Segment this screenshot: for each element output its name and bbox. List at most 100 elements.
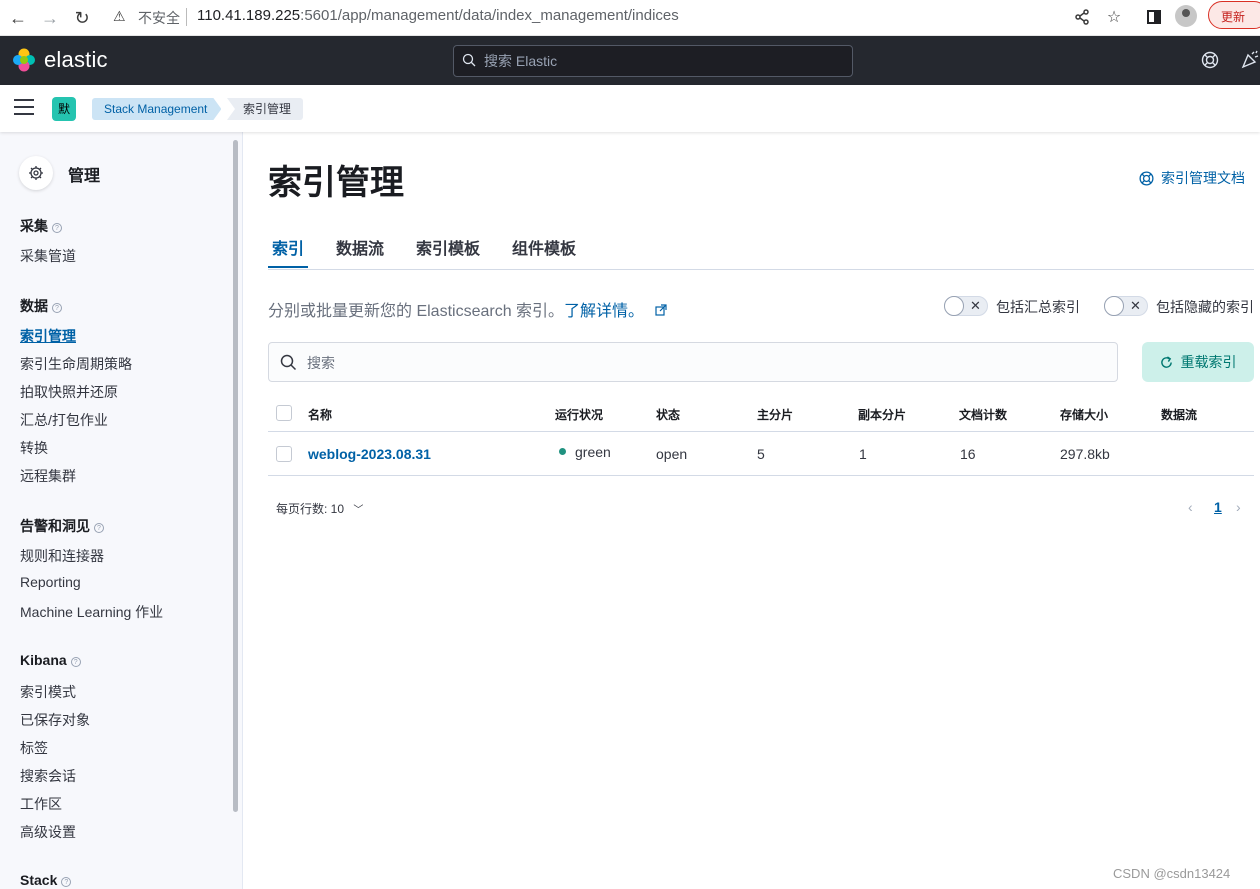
- column-header-doc-count[interactable]: 文档计数: [959, 406, 1007, 423]
- update-button[interactable]: 更新: [1208, 1, 1260, 29]
- tab-indices[interactable]: 索引: [272, 235, 304, 259]
- sidebar-group-ingest: 采集?: [20, 216, 62, 236]
- sidebar-item-rules-connectors[interactable]: 规则和连接器: [20, 546, 104, 566]
- sidebar-group-data: 数据?: [20, 296, 62, 316]
- sidebar-item-index-patterns[interactable]: 索引模式: [20, 682, 76, 702]
- url-host: 110.41.189.225: [197, 7, 301, 24]
- page-number[interactable]: 1: [1214, 499, 1222, 515]
- column-header-replicas[interactable]: 副本分片: [858, 406, 906, 423]
- column-header-status[interactable]: 状态: [656, 406, 680, 423]
- sidebar-item-ilm[interactable]: 索引生命周期策略: [20, 354, 132, 374]
- rows-per-page-selector[interactable]: 每页行数: 10 ﹀: [276, 500, 363, 517]
- global-search[interactable]: [453, 45, 853, 77]
- cross-icon: ✕: [1130, 298, 1141, 313]
- insecure-label[interactable]: 不安全: [138, 8, 180, 28]
- column-header-primaries[interactable]: 主分片: [757, 406, 793, 423]
- index-search[interactable]: [268, 342, 1118, 382]
- tab-data-streams[interactable]: 数据流: [336, 235, 384, 259]
- share-icon[interactable]: [1070, 5, 1094, 29]
- learn-more-link[interactable]: 了解详情。: [564, 303, 644, 320]
- replicas-cell: 1: [859, 446, 867, 462]
- health-status-dot: [559, 448, 566, 455]
- toggle-knob: [1104, 296, 1124, 316]
- sidebar-scrollbar[interactable]: [233, 140, 238, 812]
- sidebar-item-search-sessions[interactable]: 搜索会话: [20, 766, 76, 786]
- forward-icon[interactable]: →: [37, 5, 63, 31]
- bookmark-star-icon[interactable]: ☆: [1102, 5, 1126, 29]
- index-search-input[interactable]: [307, 353, 1087, 373]
- sidebar-item-tags[interactable]: 标签: [20, 738, 48, 758]
- profile-avatar[interactable]: [1175, 5, 1197, 27]
- menu-toggle-icon[interactable]: [14, 99, 34, 117]
- sidebar-group-stack: Stack?: [20, 872, 72, 888]
- sidebar-item-reporting[interactable]: Reporting: [20, 574, 81, 590]
- breadcrumb-index-management: 索引管理: [227, 98, 304, 120]
- primaries-cell: 5: [757, 446, 765, 462]
- sidebar-item-advanced-settings[interactable]: 高级设置: [20, 822, 76, 842]
- include-hidden-label: 包括隐藏的索引: [1156, 299, 1254, 315]
- column-header-data-stream[interactable]: 数据流: [1161, 406, 1197, 423]
- sidebar-item-remote-clusters[interactable]: 远程集群: [20, 466, 76, 486]
- help-question-icon[interactable]: ?: [61, 877, 72, 887]
- elastic-logo-icon[interactable]: [12, 48, 36, 72]
- column-header-health[interactable]: 运行状况: [555, 406, 603, 423]
- tab-component-templates[interactable]: 组件模板: [512, 235, 576, 259]
- table-row: weblog-2023.08.31 green open 5 1 16 297.…: [268, 432, 1254, 476]
- chevron-down-icon: ﹀: [353, 505, 364, 516]
- sidebar-title: 管理: [68, 168, 101, 185]
- sidebar-group-kibana: Kibana?: [20, 652, 81, 668]
- sidebar-item-snapshot-restore[interactable]: 拍取快照并还原: [20, 382, 118, 402]
- active-tab-indicator: [268, 266, 308, 268]
- sidebar-item-saved-objects[interactable]: 已保存对象: [20, 710, 90, 730]
- health-value: green: [575, 444, 611, 460]
- reload-indices-button[interactable]: 重载索引: [1142, 342, 1254, 382]
- index-name-link[interactable]: weblog-2023.08.31: [308, 446, 431, 462]
- include-rollup-label: 包括汇总索引: [996, 299, 1080, 315]
- sidebar-item-index-management[interactable]: 索引管理: [20, 326, 76, 346]
- sidebar-group-alerts-insights: 告警和洞见?: [20, 516, 104, 536]
- breadcrumb-stack-management[interactable]: Stack Management: [92, 98, 221, 120]
- include-hidden-toggle[interactable]: ✕: [1104, 296, 1148, 316]
- space-avatar[interactable]: 默: [52, 97, 76, 121]
- sidebar-item-spaces[interactable]: 工作区: [20, 794, 62, 814]
- back-icon[interactable]: ←: [5, 5, 31, 31]
- description-text: 分别或批量更新您的 Elasticsearch 索引。: [268, 303, 565, 320]
- side-panel-icon[interactable]: [1142, 5, 1166, 29]
- sidebar-item-ml-jobs[interactable]: Machine Learning 作业: [20, 602, 163, 622]
- sidebar-item-rollup-jobs[interactable]: 汇总/打包作业: [20, 410, 108, 430]
- management-sidebar: 管理 采集? 采集管道 数据? 索引管理 索引生命周期策略 拍取快照并还原 汇总…: [0, 132, 243, 889]
- docs-link[interactable]: 索引管理文档: [1138, 168, 1245, 188]
- sidebar-item-transforms[interactable]: 转换: [20, 438, 48, 458]
- address-bar[interactable]: 110.41.189.225:5601/app/management/data/…: [197, 7, 679, 24]
- sidebar-item-ingest-pipelines[interactable]: 采集管道: [20, 246, 76, 266]
- reload-indices-label: 重载索引: [1180, 354, 1237, 370]
- external-link-icon: [654, 304, 667, 316]
- newsfeed-icon[interactable]: [1240, 50, 1260, 70]
- tab-index-templates[interactable]: 索引模板: [416, 235, 480, 259]
- health-cell: green: [559, 444, 611, 460]
- search-icon: [462, 53, 476, 67]
- help-question-icon[interactable]: ?: [52, 303, 62, 313]
- reload-page-icon[interactable]: ↻: [69, 5, 95, 31]
- next-page-icon[interactable]: ›: [1236, 499, 1241, 515]
- doc-count-cell: 16: [960, 446, 976, 462]
- help-icon[interactable]: [1200, 50, 1220, 70]
- breadcrumb-bar: 默 Stack Management 索引管理: [0, 85, 1260, 132]
- cross-icon: ✕: [970, 298, 981, 313]
- elastic-logo-text[interactable]: elastic: [44, 47, 108, 73]
- help-question-icon[interactable]: ?: [94, 523, 104, 533]
- row-checkbox[interactable]: [276, 446, 292, 462]
- select-all-checkbox[interactable]: [276, 405, 292, 421]
- include-rollup-toggle[interactable]: ✕: [944, 296, 988, 316]
- warning-icon[interactable]: ⚠: [113, 8, 126, 25]
- search-icon: [280, 354, 297, 371]
- refresh-icon: [1160, 355, 1172, 368]
- previous-page-icon[interactable]: ‹: [1188, 499, 1193, 515]
- column-header-name[interactable]: 名称: [308, 406, 332, 423]
- tab-bar: 索引 数据流 索引模板 组件模板: [268, 226, 1254, 270]
- help-question-icon[interactable]: ?: [52, 223, 62, 233]
- help-question-icon[interactable]: ?: [70, 657, 81, 667]
- storage-size-cell: 297.8kb: [1060, 446, 1110, 462]
- global-search-input[interactable]: [484, 51, 844, 71]
- column-header-storage-size[interactable]: 存储大小: [1060, 406, 1108, 423]
